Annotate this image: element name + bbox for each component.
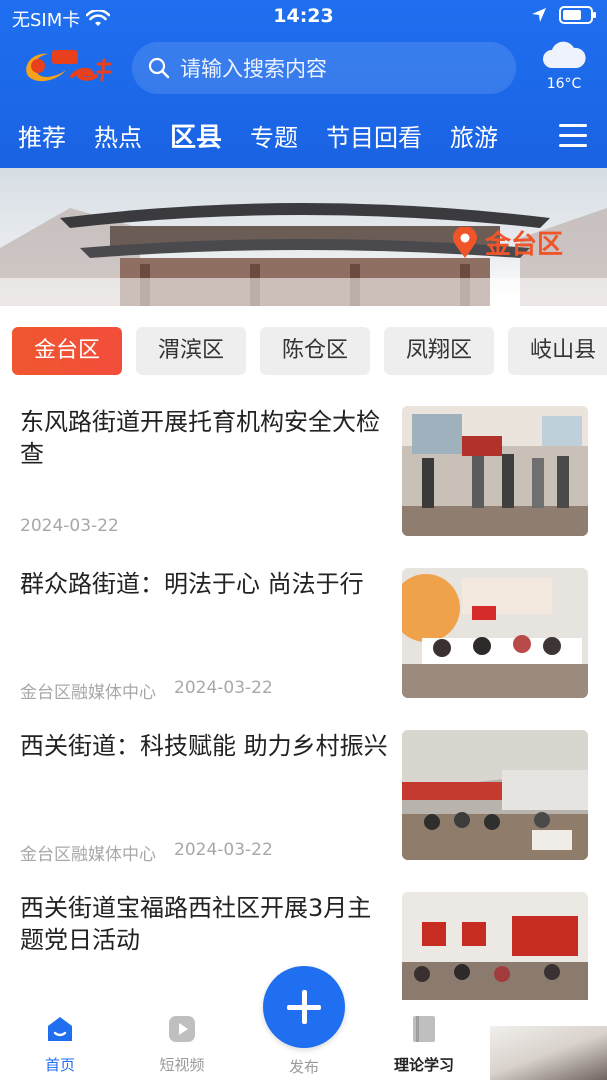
district-chip-weibin[interactable]: 渭滨区 bbox=[136, 327, 247, 375]
news-item[interactable]: 西关街道：科技赋能 助力乡村振兴 金台区融媒体中心 2024-03-22 bbox=[0, 730, 607, 892]
news-title: 西关街道宝福路西社区开展3月主题党日活动 bbox=[20, 894, 372, 954]
news-title: 西关街道：科技赋能 助力乡村振兴 bbox=[20, 732, 388, 760]
floating-preview-thumbnail[interactable] bbox=[490, 1026, 607, 1080]
location-arrow-icon bbox=[532, 8, 546, 22]
district-chip-fengxiang[interactable]: 凤翔区 bbox=[384, 327, 495, 375]
news-date: 2024-03-22 bbox=[174, 840, 273, 860]
book-icon bbox=[413, 1016, 435, 1042]
tab-replay[interactable]: 节目回看 bbox=[326, 118, 450, 158]
district-selector: 金台区 渭滨区 陈仓区 凤翔区 岐山县 bbox=[12, 327, 607, 375]
nav-theory-study[interactable]: 理论学习 bbox=[384, 1014, 464, 1075]
news-source: 金台区融媒体中心 bbox=[20, 683, 156, 703]
tab-travel[interactable]: 旅游 bbox=[450, 118, 526, 158]
news-meta: 金台区融媒体中心 2024-03-22 bbox=[20, 840, 273, 865]
weather-widget[interactable]: 16°C bbox=[541, 40, 587, 92]
news-title: 东风路街道开展托育机构安全大检查 bbox=[20, 408, 380, 468]
publish-button[interactable] bbox=[263, 966, 345, 1048]
app-logo[interactable] bbox=[18, 46, 114, 88]
tab-topics[interactable]: 专题 bbox=[250, 118, 326, 158]
clock: 14:23 bbox=[273, 5, 334, 27]
search-placeholder: 请输入搜索内容 bbox=[180, 57, 327, 81]
news-item[interactable]: 群众路街道：明法于心 尚法于行 金台区融媒体中心 2024-03-22 bbox=[0, 568, 607, 730]
search-bar[interactable]: 请输入搜索内容 bbox=[132, 42, 516, 94]
cloud-icon bbox=[543, 41, 586, 68]
nav-short-video[interactable]: 短视频 bbox=[142, 1014, 222, 1075]
district-banner: 金台区 bbox=[0, 168, 607, 306]
tab-recommend[interactable]: 推荐 bbox=[18, 118, 94, 158]
nav-home-label: 首页 bbox=[44, 1056, 75, 1074]
home-icon bbox=[48, 1017, 72, 1041]
nav-theory-study-label: 理论学习 bbox=[393, 1056, 454, 1074]
location-pin-icon bbox=[452, 226, 477, 258]
category-tabs: 推荐 热点 区县 专题 节目回看 旅游 bbox=[18, 118, 526, 158]
banner-location: 金台区 bbox=[451, 224, 563, 261]
news-date: 2024-03-22 bbox=[20, 516, 119, 536]
nav-short-video-label: 短视频 bbox=[159, 1056, 205, 1074]
app-header: 无SIM卡 14:23 请输入搜索内容 16°C 推荐 热点 区县 专题 节目回… bbox=[0, 0, 607, 168]
tab-districts[interactable]: 区县 bbox=[170, 118, 250, 158]
menu-icon[interactable] bbox=[559, 124, 587, 148]
news-thumbnail bbox=[402, 568, 588, 698]
news-thumbnail bbox=[402, 406, 588, 536]
news-item[interactable]: 东风路街道开展托育机构安全大检查 2024-03-22 bbox=[0, 406, 607, 568]
district-chip-chencang[interactable]: 陈仓区 bbox=[260, 327, 371, 375]
nav-home[interactable]: 首页 bbox=[20, 1014, 100, 1075]
news-meta: 金台区融媒体中心 2024-03-22 bbox=[20, 678, 273, 703]
banner-location-label: 金台区 bbox=[484, 230, 563, 260]
tab-hot[interactable]: 热点 bbox=[94, 118, 170, 158]
news-title: 群众路街道：明法于心 尚法于行 bbox=[20, 570, 364, 598]
status-bar: 无SIM卡 14:23 bbox=[0, 0, 607, 34]
district-chip-qishan[interactable]: 岐山县 bbox=[508, 327, 607, 375]
news-date: 2024-03-22 bbox=[174, 678, 273, 698]
news-source: 金台区融媒体中心 bbox=[20, 845, 156, 865]
news-thumbnail bbox=[402, 730, 588, 860]
video-play-icon bbox=[169, 1016, 195, 1042]
weather-temperature: 16°C bbox=[546, 76, 582, 92]
publish-label: 发布 bbox=[288, 1058, 319, 1076]
district-chip-jintai[interactable]: 金台区 bbox=[12, 327, 123, 375]
news-meta: 2024-03-22 bbox=[20, 516, 119, 536]
search-icon bbox=[148, 57, 170, 79]
battery-icon bbox=[559, 6, 596, 24]
